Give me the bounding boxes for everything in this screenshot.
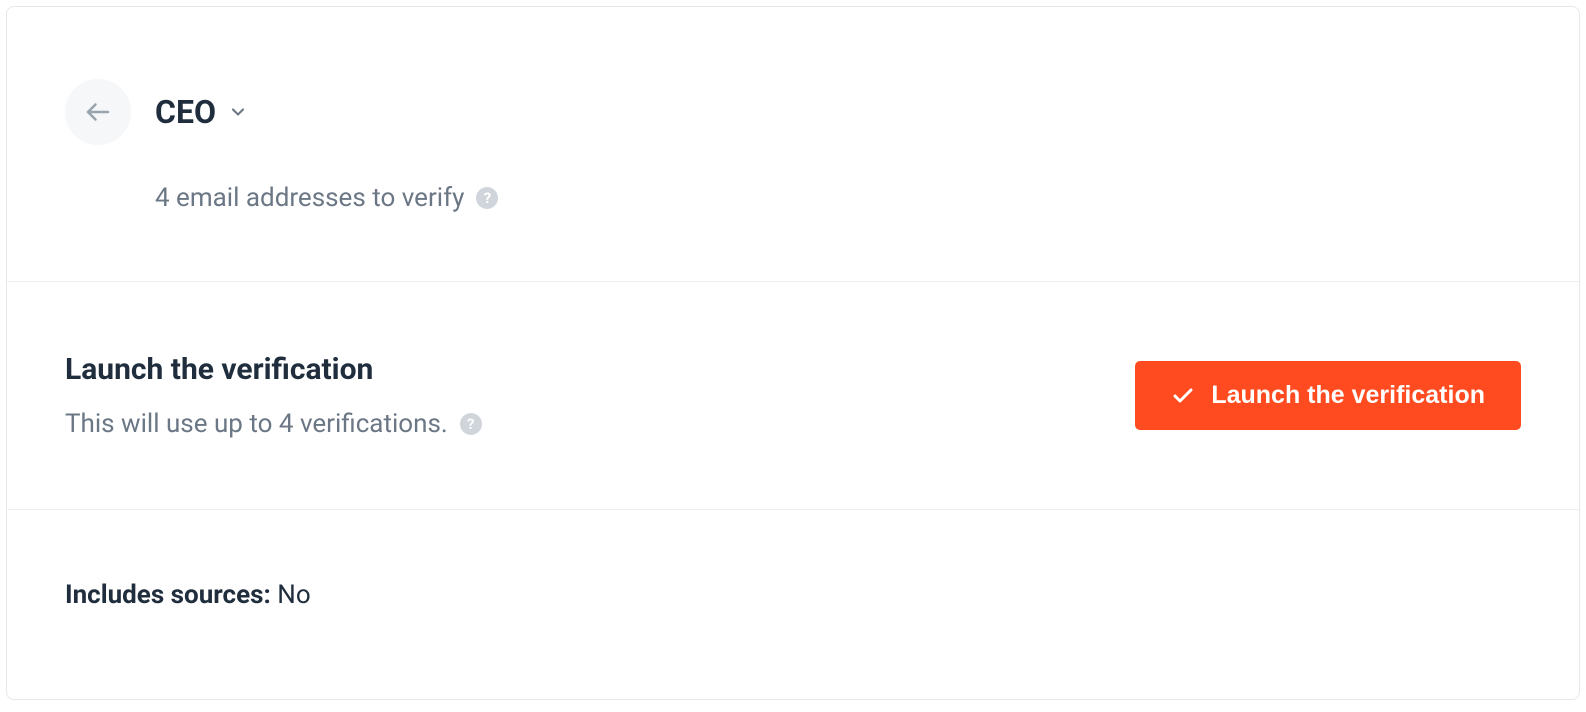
verification-panel: CEO 4 email addresses to verify ? Launch…	[6, 6, 1580, 700]
header-section: CEO 4 email addresses to verify ?	[7, 7, 1579, 282]
launch-info: Launch the verification This will use up…	[65, 352, 482, 439]
launch-description: This will use up to 4 verifications.	[65, 409, 448, 439]
subtitle-row: 4 email addresses to verify ?	[155, 183, 1521, 213]
header-row: CEO	[65, 79, 1521, 145]
back-button[interactable]	[65, 79, 131, 145]
help-icon[interactable]: ?	[460, 413, 482, 435]
launch-verification-button[interactable]: Launch the verification	[1135, 361, 1521, 430]
launch-button-label: Launch the verification	[1211, 381, 1485, 410]
sources-row: Includes sources: No	[65, 580, 1521, 610]
help-icon[interactable]: ?	[476, 187, 498, 209]
sources-section: Includes sources: No	[7, 510, 1579, 680]
launch-title: Launch the verification	[65, 352, 482, 387]
title-dropdown[interactable]: CEO	[155, 93, 248, 131]
launch-description-row: This will use up to 4 verifications. ?	[65, 409, 482, 439]
chevron-down-icon	[228, 102, 248, 122]
arrow-left-icon	[83, 97, 113, 127]
page-title: CEO	[155, 93, 216, 131]
subtitle-text: 4 email addresses to verify	[155, 183, 464, 213]
launch-section: Launch the verification This will use up…	[7, 282, 1579, 510]
sources-label: Includes sources:	[65, 580, 271, 610]
sources-value: No	[277, 580, 310, 610]
check-icon	[1171, 384, 1195, 408]
